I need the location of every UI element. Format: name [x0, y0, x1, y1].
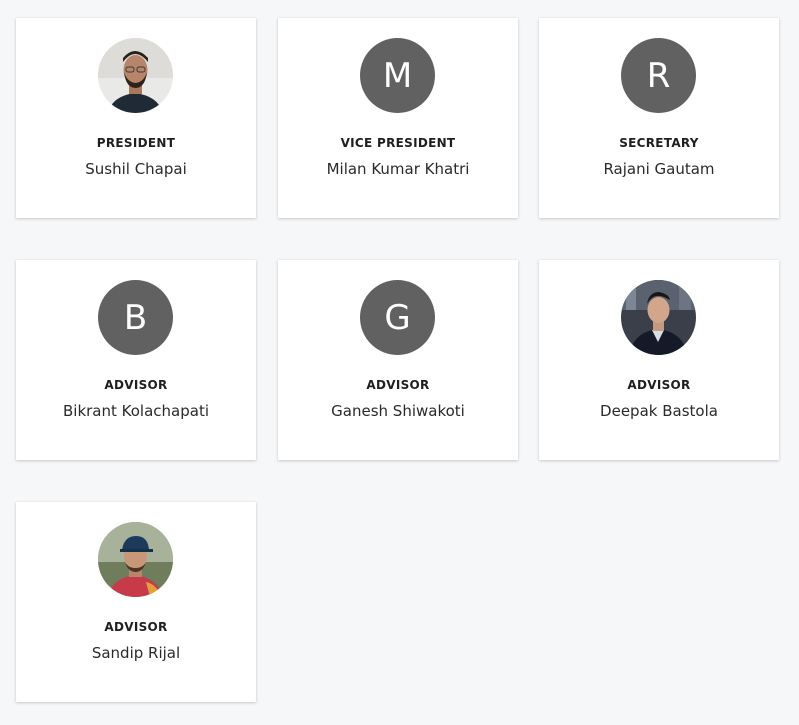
avatar — [98, 38, 173, 113]
member-role: ADVISOR — [366, 378, 430, 392]
profile-photo — [621, 280, 696, 355]
member-card: G ADVISOR Ganesh Shiwakoti — [278, 260, 518, 460]
member-card: M VICE PRESIDENT Milan Kumar Khatri — [278, 18, 518, 218]
member-role: ADVISOR — [104, 620, 168, 634]
avatar-letter: R — [621, 38, 696, 113]
avatar — [98, 522, 173, 597]
avatar-letter: G — [360, 280, 435, 355]
member-role: ADVISOR — [627, 378, 691, 392]
member-name: Sushil Chapai — [85, 160, 187, 178]
member-role: SECRETARY — [619, 136, 699, 150]
member-card: ADVISOR Sandip Rijal — [16, 502, 256, 702]
member-name: Ganesh Shiwakoti — [331, 402, 465, 420]
member-name: Rajani Gautam — [603, 160, 715, 178]
member-role: PRESIDENT — [96, 136, 176, 150]
member-card: ADVISOR Deepak Bastola — [539, 260, 779, 460]
member-card: PRESIDENT Sushil Chapai — [16, 18, 256, 218]
member-name: Bikrant Kolachapati — [63, 402, 209, 420]
team-members-grid: PRESIDENT Sushil Chapai M VICE PRESIDENT… — [0, 0, 799, 725]
avatar — [621, 280, 696, 355]
avatar-letter: M — [360, 38, 435, 113]
avatar-letter: B — [98, 280, 173, 355]
profile-photo — [98, 522, 173, 597]
profile-photo — [98, 38, 173, 113]
member-card: R SECRETARY Rajani Gautam — [539, 18, 779, 218]
member-role: ADVISOR — [104, 378, 168, 392]
member-name: Deepak Bastola — [600, 402, 718, 420]
member-card: B ADVISOR Bikrant Kolachapati — [16, 260, 256, 460]
member-role: VICE PRESIDENT — [340, 136, 456, 150]
member-name: Milan Kumar Khatri — [326, 160, 470, 178]
member-name: Sandip Rijal — [91, 644, 181, 662]
